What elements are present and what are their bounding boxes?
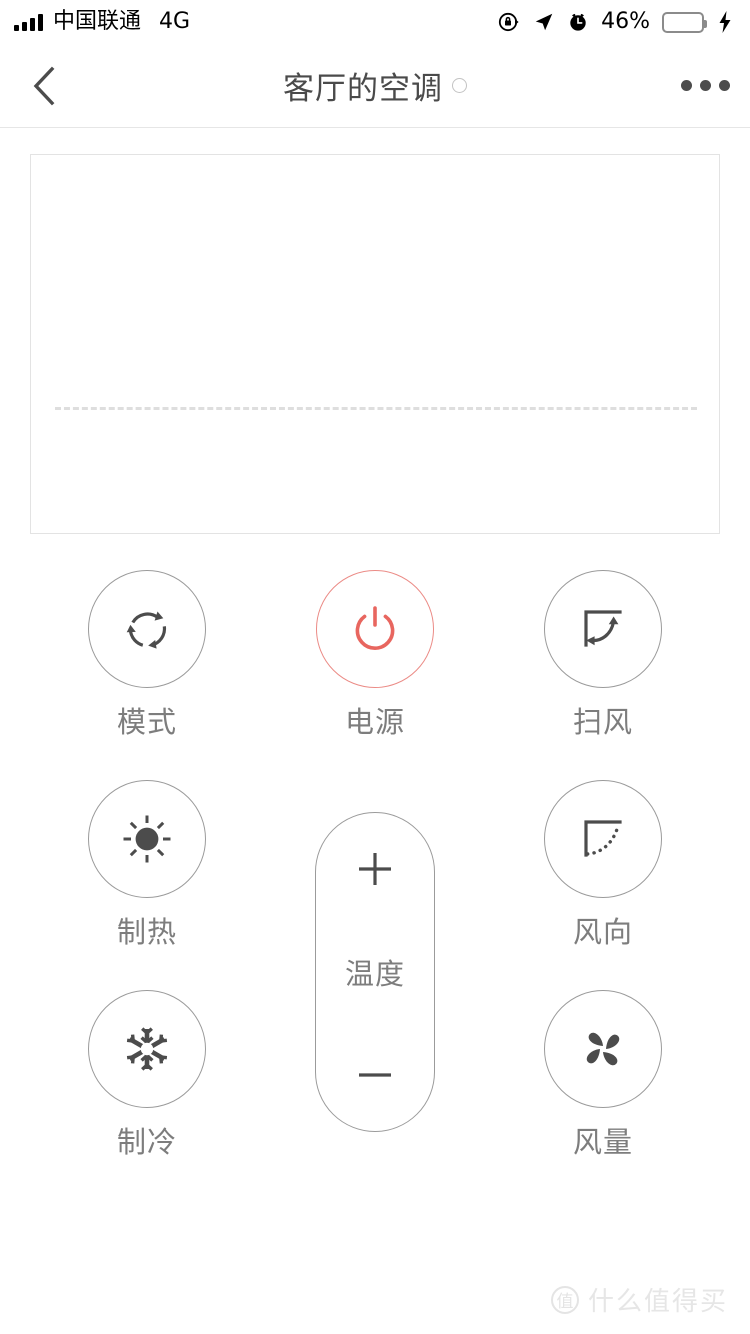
fan-speed-button-circle — [544, 990, 662, 1108]
heat-button-label: 制热 — [116, 915, 177, 949]
status-bar-right: 46% — [497, 10, 734, 34]
wind-direction-icon — [584, 820, 622, 857]
mode-cycle-icon — [126, 611, 167, 649]
back-button[interactable] — [0, 44, 90, 128]
temperature-decrease-button[interactable] — [315, 1053, 435, 1097]
power-button[interactable]: 电源 — [316, 570, 434, 780]
more-dot-3 — [718, 80, 730, 91]
device-display-panel — [30, 154, 720, 534]
cool-button[interactable]: 制冷 — [88, 990, 206, 1200]
mode-button-circle — [88, 570, 206, 688]
wind-direction-button[interactable]: 风向 — [544, 780, 662, 990]
charging-bolt-icon — [719, 11, 731, 33]
fan-speed-button[interactable]: 风量 — [544, 990, 662, 1200]
app-screen: 中国联通 4G 46% 客厅的空调 模式 电源 扫风 制热 风向 制冷 风量 温… — [0, 0, 750, 1334]
more-options-button[interactable] — [660, 44, 750, 128]
heat-button[interactable]: 制热 — [88, 780, 206, 990]
page-title-text: 客厅的空调 — [283, 71, 443, 107]
carrier-name: 中国联通 — [53, 9, 142, 34]
swing-button-label: 扫风 — [572, 705, 633, 739]
sun-icon — [123, 815, 171, 863]
power-icon — [355, 606, 395, 650]
status-bar: 中国联通 4G 46% — [0, 0, 750, 44]
swing-button-circle — [544, 570, 662, 688]
signal-bars-icon — [14, 13, 43, 31]
cool-button-circle — [88, 990, 206, 1108]
status-bar-left: 中国联通 4G — [14, 11, 190, 33]
cool-button-label: 制冷 — [116, 1125, 177, 1159]
more-dot-1 — [680, 80, 692, 91]
fan-speed-button-label: 风量 — [572, 1125, 633, 1159]
control-row-1: 模式 电源 扫风 — [0, 570, 750, 780]
location-arrow-icon — [535, 13, 553, 31]
watermark-badge-icon: 值 — [550, 1285, 579, 1314]
temperature-control: 温度 — [315, 812, 435, 1132]
temperature-increase-button[interactable] — [315, 847, 435, 891]
device-status-dot-icon — [452, 78, 467, 93]
wind-direction-button-circle — [544, 780, 662, 898]
snowflake-icon — [126, 1027, 168, 1071]
swing-icon — [584, 610, 622, 647]
wind-direction-button-label: 风向 — [572, 915, 633, 949]
temperature-label: 温度 — [344, 957, 405, 991]
rotation-lock-icon — [498, 12, 519, 32]
more-dot-2 — [699, 80, 711, 91]
fan-icon — [586, 1032, 620, 1066]
watermark-text: 什么值得买 — [587, 1287, 728, 1317]
mode-button-label: 模式 — [116, 705, 177, 739]
navigation-bar: 客厅的空调 — [0, 44, 750, 128]
battery-percent: 46% — [601, 9, 650, 34]
power-button-label: 电源 — [344, 705, 405, 739]
mode-button[interactable]: 模式 — [88, 570, 206, 780]
heat-button-circle — [88, 780, 206, 898]
power-button-circle — [316, 570, 434, 688]
network-type: 4G — [159, 9, 191, 34]
control-grid: 模式 电源 扫风 制热 风向 制冷 风量 温度 — [0, 570, 750, 1200]
minus-icon — [359, 1073, 391, 1077]
battery-icon — [662, 11, 707, 33]
alarm-clock-icon — [570, 13, 586, 31]
swing-button[interactable]: 扫风 — [544, 570, 662, 780]
display-divider-dashed — [55, 407, 697, 410]
plus-icon — [359, 853, 391, 885]
watermark: 值 什么值得买 — [550, 1281, 728, 1318]
page-title: 客厅的空调 — [90, 63, 660, 108]
chevron-left-icon — [33, 66, 55, 105]
